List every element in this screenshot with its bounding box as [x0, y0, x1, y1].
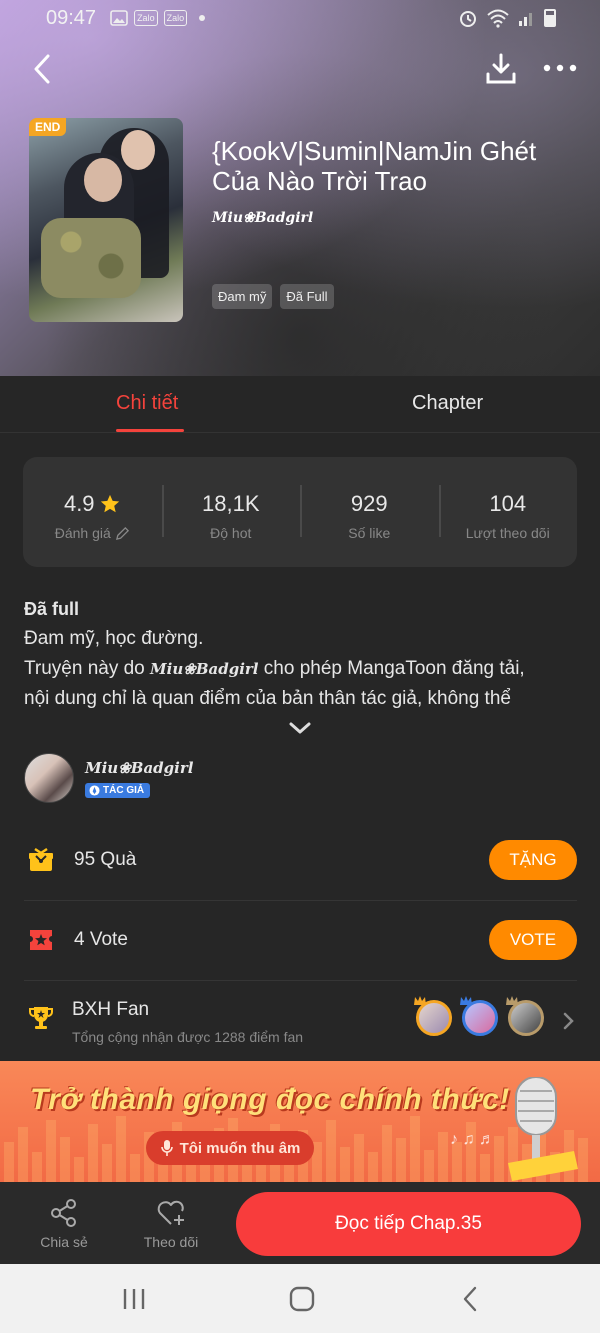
expand-chevron-icon[interactable]	[288, 720, 312, 736]
heart-plus-icon	[157, 1200, 184, 1225]
fan-ranking-subtitle: Tổng cộng nhận được 1288 điểm fan	[72, 1029, 304, 1045]
stat-followers: 104 Lượt theo dõi	[438, 457, 578, 567]
tab-chapter[interactable]: Chapter	[412, 392, 483, 415]
top-fans	[414, 996, 544, 1036]
stat-hot: 18,1K Độ hot	[161, 457, 301, 567]
record-button[interactable]: Tôi muốn thu âm	[146, 1131, 314, 1165]
zalo-icon: Zalo	[163, 10, 188, 26]
vote-ticket-icon	[30, 930, 52, 950]
status-app-icons: Zalo Zalo	[110, 10, 206, 26]
gift-count: 95 Quà	[74, 849, 137, 870]
tab-active-indicator	[116, 429, 184, 432]
wifi-icon	[487, 9, 509, 28]
home-icon[interactable]	[289, 1286, 315, 1312]
tag-list: Đam mỹ Đã Full	[212, 284, 334, 309]
status-system-icons	[458, 8, 556, 28]
recent-apps-icon[interactable]	[121, 1286, 147, 1312]
hot-label: Độ hot	[210, 525, 252, 541]
end-badge: END	[29, 118, 67, 136]
crown-icon	[414, 996, 426, 1005]
followers-value: 104	[489, 491, 527, 516]
tag-genre[interactable]: Đam mỹ	[212, 284, 273, 309]
chevron-right-icon[interactable]	[563, 1011, 575, 1031]
more-options-icon[interactable]	[542, 58, 578, 78]
music-notes-icon: ♪ ♫ ♬	[450, 1131, 495, 1148]
crown-icon	[506, 996, 518, 1005]
trophy-icon	[29, 1007, 53, 1029]
fan-ranking-title: BXH Fan	[72, 999, 150, 1020]
bottom-action-bar: Chia sẻ Theo dõi Đọc tiếp Chap.35	[0, 1182, 600, 1264]
story-description[interactable]: Đã full Đam mỹ, học đường. Truyện này do…	[24, 594, 584, 714]
follow-label: Theo dõi	[143, 1234, 199, 1250]
avatar[interactable]	[460, 996, 498, 1036]
rating-label: Đánh giá	[54, 525, 111, 541]
alarm-icon	[460, 11, 476, 27]
tag-status[interactable]: Đã Full	[280, 284, 334, 309]
gift-row: 95 Quà TẶNG	[24, 821, 577, 901]
system-navigation-bar	[0, 1264, 600, 1333]
description-author: Miu❀Badgirl	[150, 660, 259, 678]
description-genres: Đam mỹ, học đường.	[24, 628, 204, 649]
zalo-icon: Zalo	[134, 10, 158, 26]
status-bar: 09:47 Zalo Zalo	[0, 0, 600, 36]
signal-icon	[519, 13, 532, 26]
edit-pencil-icon	[115, 526, 129, 540]
vote-button[interactable]: VOTE	[489, 920, 577, 960]
follow-button[interactable]: Theo dõi	[136, 1198, 206, 1250]
stat-likes: 929 Số like	[300, 457, 439, 567]
avatar[interactable]	[414, 996, 452, 1036]
tab-detail[interactable]: Chi tiết	[116, 392, 178, 415]
studio-microphone-icon	[508, 1077, 578, 1181]
description-line1: Truyện này do Miu❀Badgirl cho phép Manga…	[24, 658, 525, 679]
story-author[interactable]: Miu❀Badgirl	[212, 210, 313, 226]
hot-value: 18,1K	[202, 491, 260, 516]
record-button-label: Tôi muốn thu âm	[179, 1139, 301, 1157]
story-cover: END	[29, 118, 183, 322]
voice-recording-banner[interactable]: Trở thành giọng đọc chính thức! ♪ ♫ ♬ Tô…	[0, 1061, 600, 1182]
pen-badge-icon	[89, 785, 100, 796]
nav-back-icon[interactable]	[458, 1286, 484, 1312]
share-icon	[51, 1199, 76, 1227]
avatar[interactable]	[24, 753, 74, 803]
banner-title: Trở thành giọng đọc chính thức!	[30, 1083, 510, 1116]
stats-card: 4.9 Đánh giá 18,1K Độ hot 929 Số like 10…	[23, 457, 577, 567]
back-arrow-icon[interactable]	[28, 52, 58, 86]
battery-icon	[544, 9, 556, 27]
rating-value: 4.9	[63, 491, 95, 516]
download-icon[interactable]	[484, 52, 518, 86]
status-time: 09:47	[46, 6, 97, 29]
share-button[interactable]: Chia sẻ	[29, 1198, 99, 1250]
star-icon	[100, 494, 119, 513]
notification-dot-icon	[199, 15, 206, 21]
stat-rating[interactable]: 4.9 Đánh giá	[23, 457, 162, 567]
avatar[interactable]	[506, 996, 544, 1036]
followers-label: Lượt theo dõi	[465, 525, 550, 541]
story-title: {KookV|Sumin|NamJin Ghét Của Nào Trời Tr…	[212, 136, 537, 196]
vote-row: 4 Vote VOTE	[24, 901, 577, 981]
gallery-icon	[110, 10, 128, 26]
crown-icon	[460, 996, 472, 1005]
microphone-icon	[160, 1140, 173, 1156]
author-badge: TÁC GIẢ	[85, 783, 151, 798]
author-name[interactable]: Miu❀Badgirl	[85, 759, 193, 777]
header-hero: 09:47 Zalo Zalo END {KookV|Sumin|NamJin …	[0, 0, 600, 376]
likes-label: Số like	[348, 525, 391, 541]
share-label: Chia sẻ	[40, 1234, 88, 1250]
fan-ranking-row[interactable]: BXH Fan Tổng cộng nhận được 1288 điểm fa…	[24, 983, 577, 1061]
likes-value: 929	[350, 491, 388, 516]
vote-count: 4 Vote	[74, 929, 128, 950]
gift-icon	[29, 847, 53, 871]
continue-reading-button[interactable]: Đọc tiếp Chap.35	[236, 1192, 581, 1256]
gift-button[interactable]: TẶNG	[489, 840, 577, 880]
description-line2: nội dung chỉ là quan điểm của bản thân t…	[24, 688, 511, 709]
tab-bar: Chi tiết Chapter	[0, 376, 600, 433]
description-status: Đã full	[24, 599, 80, 619]
